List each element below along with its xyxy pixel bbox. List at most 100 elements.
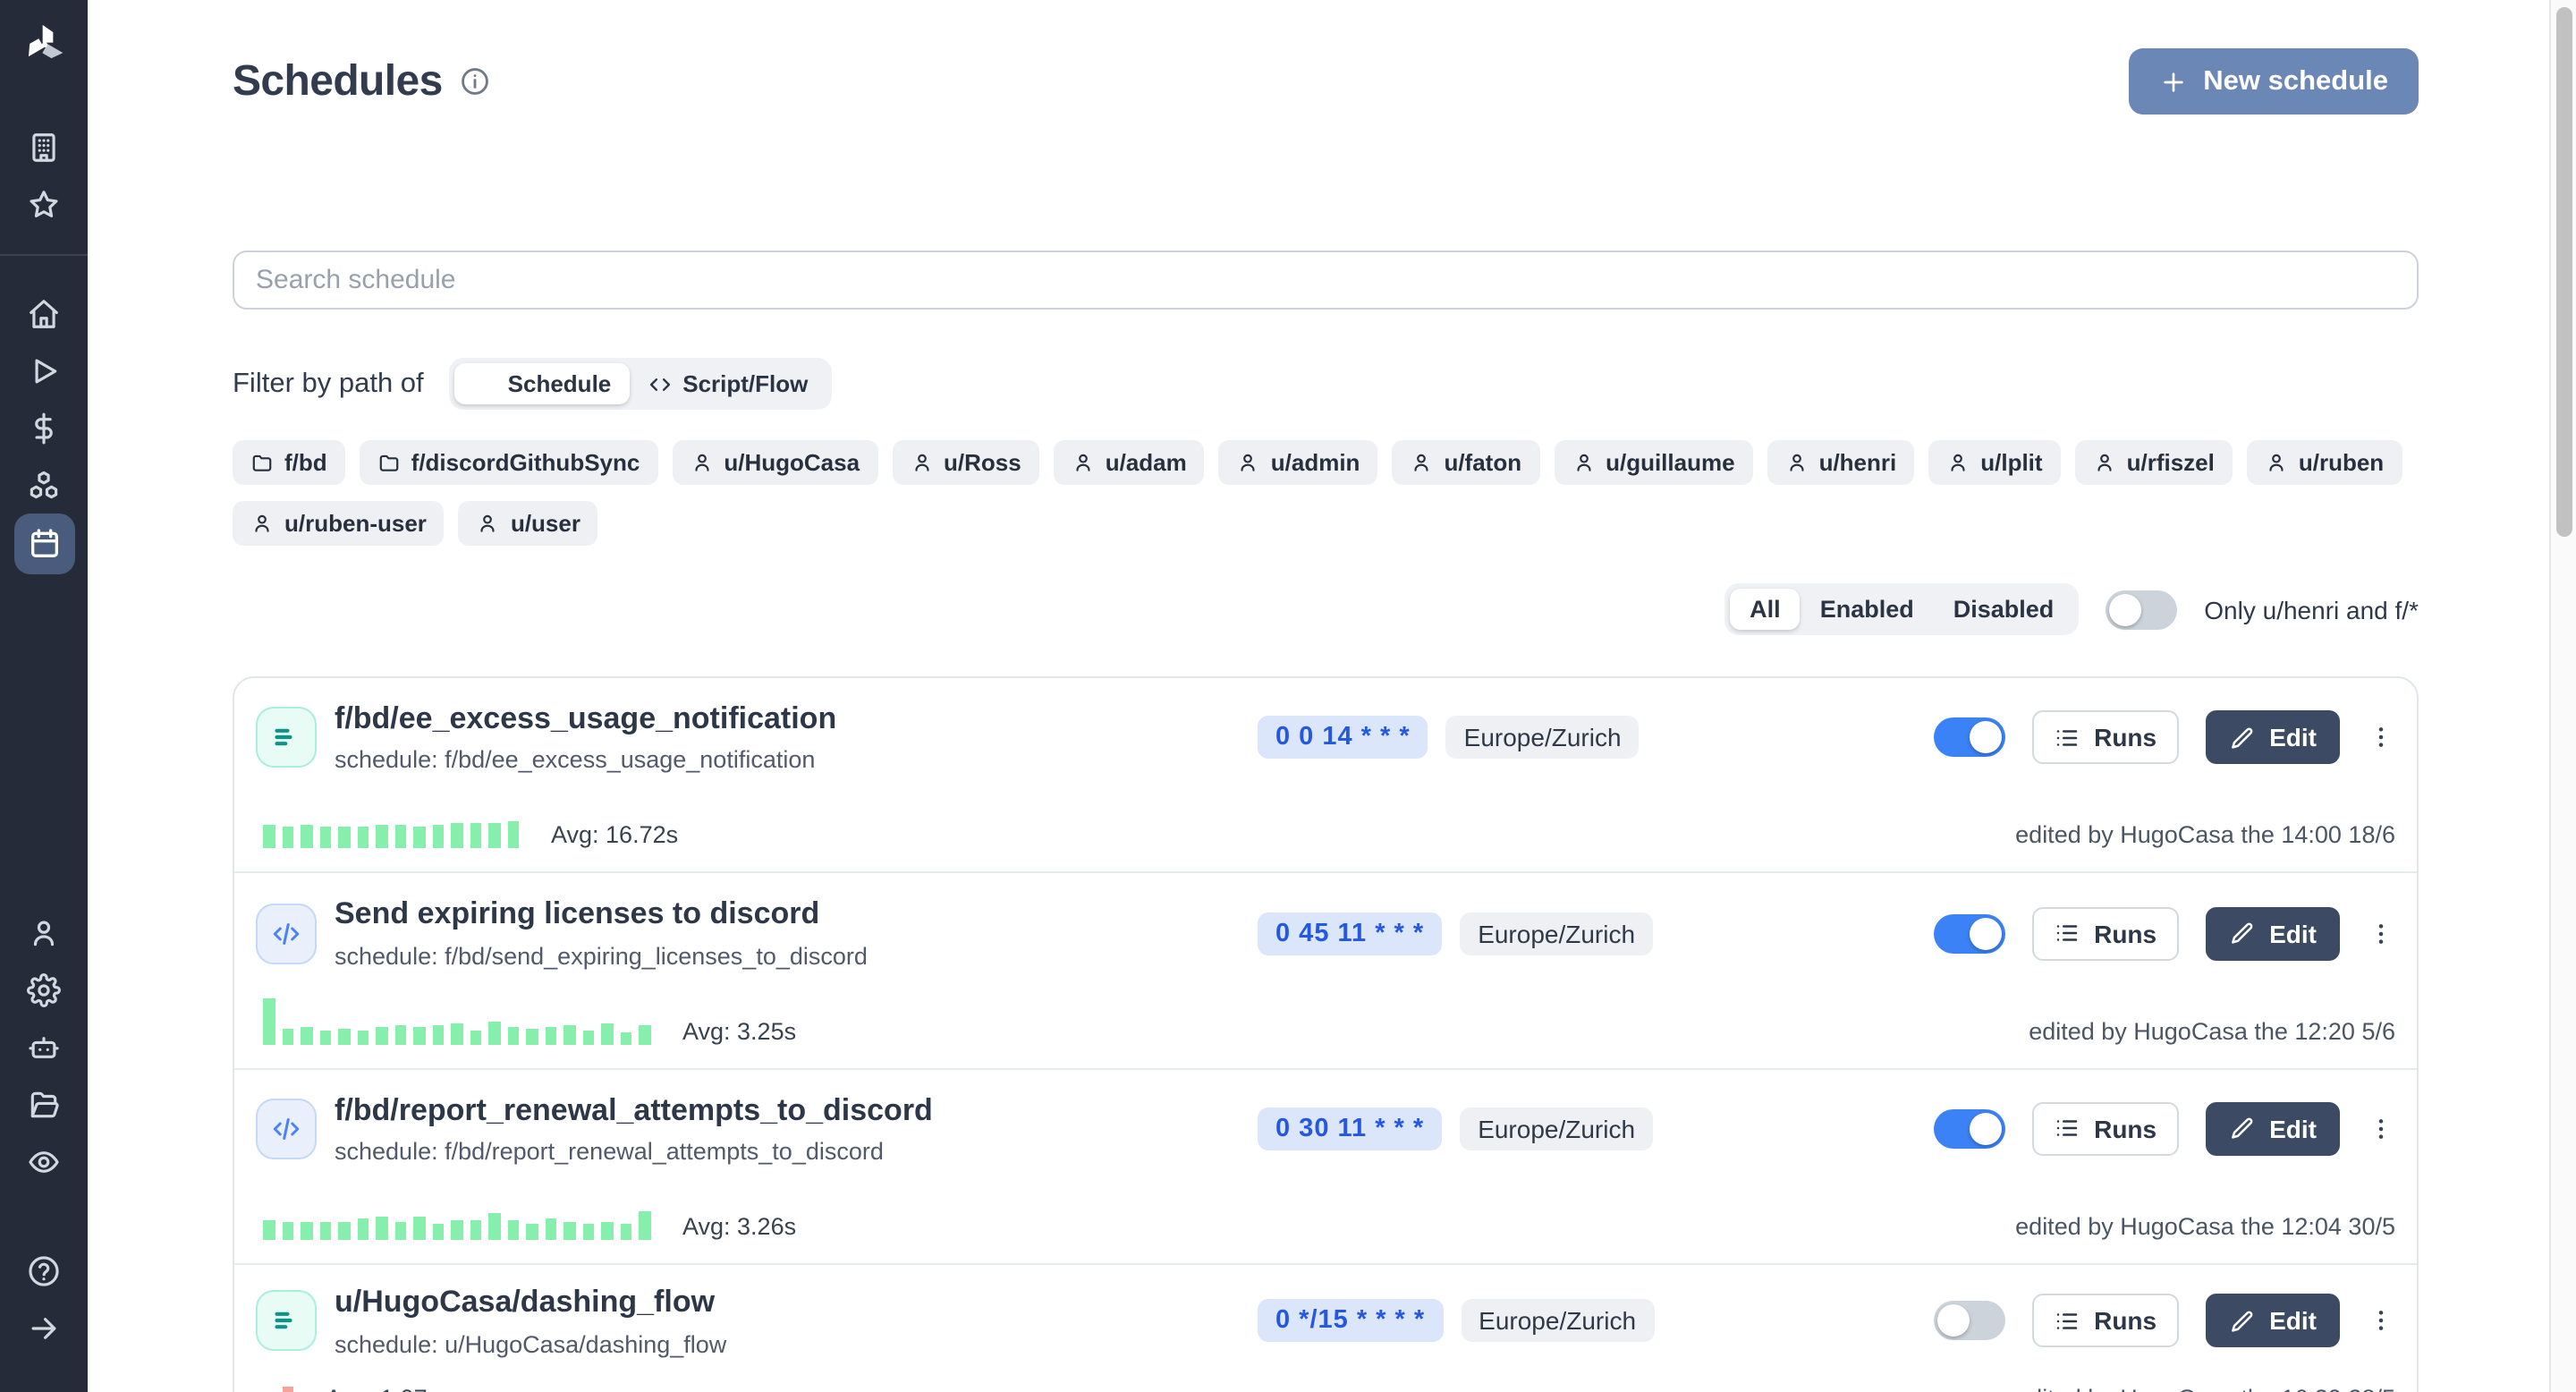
run-bar[interactable] [545, 1027, 556, 1045]
kebab-menu-icon[interactable] [2367, 913, 2395, 953]
owner-chip-u-faton[interactable]: u/faton [1392, 440, 1539, 485]
runs-history-bars[interactable] [263, 1361, 293, 1392]
kebab-menu-icon[interactable] [2367, 1302, 2395, 1341]
run-bar[interactable] [582, 1224, 594, 1240]
run-bar[interactable] [470, 1031, 481, 1045]
run-bar[interactable] [357, 1031, 369, 1045]
sidebar-item-building[interactable] [19, 122, 69, 172]
run-bar[interactable] [301, 826, 312, 849]
enabled-toggle[interactable] [1933, 1302, 2004, 1341]
runs-button[interactable]: Runs [2031, 1294, 2178, 1348]
run-bar[interactable] [319, 828, 331, 849]
run-bar[interactable] [488, 1213, 500, 1240]
only-henri-switch[interactable] [2106, 590, 2177, 629]
owner-chip-u-rfiszel[interactable]: u/rfiszel [2075, 440, 2233, 485]
run-bar[interactable] [282, 1386, 293, 1392]
run-bar[interactable] [488, 1022, 500, 1045]
scrollbar[interactable] [2549, 0, 2576, 1392]
owner-chip-u-lplit[interactable]: u/lplit [1928, 440, 2060, 485]
owner-chip-u-user[interactable]: u/user [459, 501, 598, 546]
path-filter-script-flow-option[interactable]: Script/Flow [629, 363, 826, 404]
sidebar-item-play[interactable] [19, 345, 69, 395]
enabled-toggle[interactable] [1933, 717, 2004, 757]
runs-button[interactable]: Runs [2031, 906, 2178, 960]
sidebar-item-bot[interactable] [19, 1022, 69, 1072]
run-bar[interactable] [564, 1025, 575, 1045]
runs-history-bars[interactable] [263, 995, 650, 1045]
kebab-menu-icon[interactable] [2367, 717, 2395, 757]
sidebar-item-boxes[interactable] [19, 460, 69, 510]
run-bar[interactable] [319, 1222, 331, 1240]
run-bar[interactable] [282, 1029, 293, 1045]
run-bar[interactable] [413, 1217, 425, 1240]
scrollbar-thumb[interactable] [2556, 7, 2572, 537]
run-bar[interactable] [376, 826, 387, 849]
run-bar[interactable] [432, 826, 444, 849]
run-bar[interactable] [282, 828, 293, 849]
owner-chip-u-henri[interactable]: u/henri [1767, 440, 1915, 485]
run-bar[interactable] [376, 1027, 387, 1045]
run-bar[interactable] [394, 1222, 406, 1240]
sidebar-item-folder-open[interactable] [19, 1079, 69, 1129]
runs-button[interactable]: Runs [2031, 1102, 2178, 1156]
run-bar[interactable] [507, 822, 519, 849]
run-bar[interactable] [413, 1027, 425, 1045]
run-bar[interactable] [601, 1023, 613, 1045]
owner-chip-f-bd[interactable]: f/bd [233, 440, 345, 485]
owner-chip-u-ruben[interactable]: u/ruben [2247, 440, 2402, 485]
run-bar[interactable] [488, 824, 500, 849]
owner-chip-u-ruben-user[interactable]: u/ruben-user [233, 501, 445, 546]
runs-button[interactable]: Runs [2031, 710, 2178, 764]
run-bar[interactable] [338, 1222, 350, 1240]
run-bar[interactable] [451, 824, 462, 849]
run-bar[interactable] [338, 1029, 350, 1045]
run-bar[interactable] [470, 824, 481, 849]
path-filter-schedule-option[interactable]: Schedule [454, 363, 630, 404]
runs-history-bars[interactable] [263, 799, 519, 849]
status-filter-disabled[interactable]: Disabled [1934, 589, 2074, 630]
run-bar[interactable] [432, 1025, 444, 1045]
run-bar[interactable] [639, 1025, 650, 1045]
sidebar-item-arrow-right[interactable] [19, 1303, 69, 1353]
search-input[interactable] [233, 250, 2419, 310]
run-bar[interactable] [545, 1218, 556, 1240]
run-bar[interactable] [470, 1220, 481, 1240]
edit-button[interactable]: Edit [2205, 906, 2340, 960]
sidebar-item-user[interactable] [19, 907, 69, 957]
run-bar[interactable] [319, 1031, 331, 1045]
run-bar[interactable] [282, 1222, 293, 1240]
sidebar-item-eye[interactable] [19, 1136, 69, 1186]
run-bar[interactable] [263, 1220, 275, 1240]
enabled-toggle[interactable] [1933, 913, 2004, 953]
edit-button[interactable]: Edit [2205, 710, 2340, 764]
run-bar[interactable] [601, 1222, 613, 1240]
run-bar[interactable] [301, 1027, 312, 1045]
run-bar[interactable] [451, 1220, 462, 1240]
run-bar[interactable] [338, 828, 350, 849]
run-bar[interactable] [620, 1224, 631, 1240]
owner-chip-u-admin[interactable]: u/admin [1219, 440, 1378, 485]
edit-button[interactable]: Edit [2205, 1294, 2340, 1348]
run-bar[interactable] [263, 998, 275, 1045]
sidebar-item-star[interactable] [19, 179, 69, 229]
run-bar[interactable] [394, 826, 406, 849]
sidebar-item-gear[interactable] [19, 964, 69, 1014]
run-bar[interactable] [357, 828, 369, 849]
schedule-name[interactable]: f/bd/ee_excess_usage_notification [335, 701, 1258, 738]
run-bar[interactable] [432, 1224, 444, 1240]
status-filter-all[interactable]: All [1730, 589, 1801, 630]
owner-chip-f-discordGithubSync[interactable]: f/discordGithubSync [360, 440, 658, 485]
sidebar-item-home[interactable] [19, 288, 69, 338]
owner-chip-u-adam[interactable]: u/adam [1054, 440, 1205, 485]
kebab-menu-icon[interactable] [2367, 1109, 2395, 1149]
run-bar[interactable] [620, 1032, 631, 1045]
run-bar[interactable] [357, 1218, 369, 1240]
run-bar[interactable] [451, 1023, 462, 1045]
run-bar[interactable] [526, 1224, 538, 1240]
run-bar[interactable] [526, 1029, 538, 1045]
windmill-logo-icon[interactable] [19, 20, 69, 70]
run-bar[interactable] [507, 1027, 519, 1045]
run-bar[interactable] [582, 1031, 594, 1045]
run-bar[interactable] [263, 826, 275, 849]
sidebar-item-dollar[interactable] [19, 403, 69, 453]
